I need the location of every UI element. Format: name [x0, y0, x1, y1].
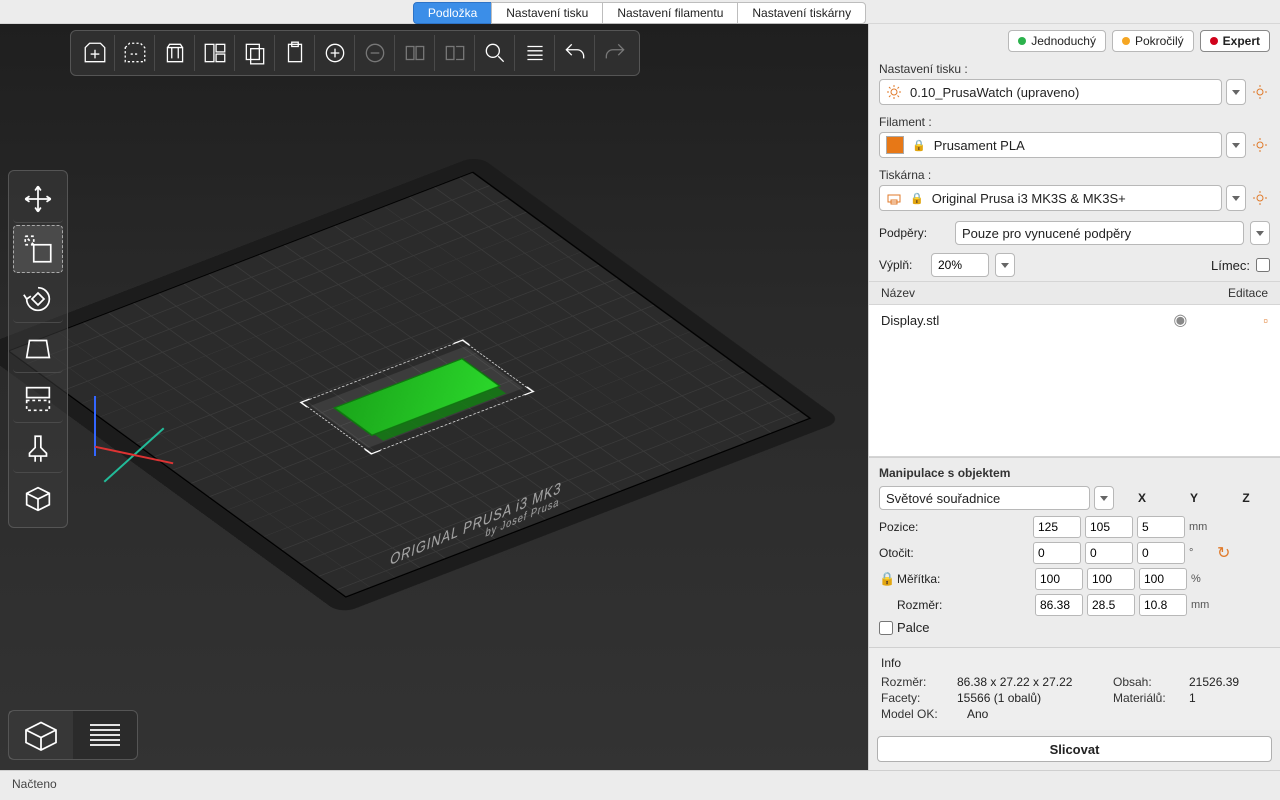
3d-viewport[interactable]: ORIGINAL PRUSA i3 MK3 by Josef Prusa — [0, 24, 868, 770]
rot-x-input[interactable] — [1033, 542, 1081, 564]
rot-y-input[interactable] — [1085, 542, 1133, 564]
mode-expert[interactable]: Expert — [1200, 30, 1270, 52]
tab-plater[interactable]: Podložka — [413, 2, 492, 24]
pos-y-input[interactable] — [1085, 516, 1133, 538]
scale-z-input[interactable] — [1139, 568, 1187, 590]
search-button[interactable] — [475, 35, 515, 71]
coord-system-combo[interactable]: Světové souřadnice — [879, 486, 1090, 510]
cut-gizmo-button[interactable] — [13, 375, 63, 423]
remove-button[interactable] — [115, 35, 155, 71]
size-z-input[interactable] — [1139, 594, 1187, 616]
tab-printer-settings[interactable]: Nastavení tiskárny — [737, 2, 866, 24]
object-name: Display.stl — [881, 313, 939, 328]
object-list-item[interactable]: Display.stl ◉ ▫ — [869, 305, 1280, 335]
status-bar: Načteno — [0, 770, 1280, 800]
filament-preset-dropdown[interactable] — [1226, 132, 1246, 158]
split-parts-button[interactable] — [435, 35, 475, 71]
filament-color-swatch[interactable] — [886, 136, 904, 154]
seam-painting-button[interactable] — [13, 475, 63, 523]
left-toolbar — [8, 170, 68, 528]
visibility-icon[interactable]: ◉ — [1173, 310, 1187, 330]
print-preset-dropdown[interactable] — [1226, 79, 1246, 105]
tab-print-settings[interactable]: Nastavení tisku — [491, 2, 603, 24]
rotate-gizmo-button[interactable] — [13, 275, 63, 323]
supports-label: Podpěry: — [879, 226, 949, 240]
printer-label: Tiskárna : — [879, 168, 1270, 182]
gear-icon — [886, 84, 902, 100]
printer-preset-settings[interactable] — [1250, 185, 1270, 211]
top-toolbar — [70, 30, 640, 76]
printer-icon — [886, 190, 902, 206]
status-text: Načteno — [12, 777, 57, 791]
infill-input[interactable] — [931, 253, 989, 277]
object-list-header: NázevEditace — [869, 281, 1280, 305]
lock-icon[interactable]: 🔒 — [879, 571, 893, 587]
print-preset-value: 0.10_PrusaWatch (upraveno) — [910, 85, 1079, 100]
manipulation-title: Manipulace s objektem — [879, 466, 1270, 480]
printer-preset-value: Original Prusa i3 MK3S & MK3S+ — [932, 191, 1126, 206]
rot-z-input[interactable] — [1137, 542, 1185, 564]
scale-y-input[interactable] — [1087, 568, 1135, 590]
info-panel: Info Rozměr:86.38 x 27.22 x 27.22 Obsah:… — [869, 647, 1280, 730]
info-title: Info — [881, 656, 1268, 670]
filament-preset-settings[interactable] — [1250, 132, 1270, 158]
delete-button[interactable] — [155, 35, 195, 71]
redo-button[interactable] — [595, 35, 635, 71]
mode-advanced[interactable]: Pokročilý — [1112, 30, 1194, 52]
coord-system-dropdown[interactable] — [1094, 486, 1114, 510]
infill-label: Výplň: — [879, 258, 925, 272]
brim-checkbox[interactable] — [1256, 258, 1270, 272]
edit-icon[interactable]: ▫ — [1263, 313, 1268, 328]
move-gizmo-button[interactable] — [13, 175, 63, 223]
filament-label: Filament : — [879, 115, 1270, 129]
paste-button[interactable] — [275, 35, 315, 71]
add-instance-button[interactable] — [315, 35, 355, 71]
pos-z-input[interactable] — [1137, 516, 1185, 538]
print-preset-combo[interactable]: 0.10_PrusaWatch (upraveno) — [879, 79, 1222, 105]
brim-label: Límec: — [1211, 258, 1250, 273]
arrange-button[interactable] — [195, 35, 235, 71]
split-objects-button[interactable] — [395, 35, 435, 71]
mode-switcher: Jednoduchý Pokročilý Expert — [869, 24, 1280, 58]
scale-gizmo-button[interactable] — [13, 225, 63, 273]
add-button[interactable] — [75, 35, 115, 71]
slice-button[interactable]: Slicovat — [877, 736, 1272, 762]
printer-preset-dropdown[interactable] — [1226, 185, 1246, 211]
filament-preset-combo[interactable]: 🔒 Prusament PLA — [879, 132, 1222, 158]
filament-preset-value: Prusament PLA — [934, 138, 1025, 153]
lock-icon: 🔒 — [912, 139, 926, 152]
reset-rotation-button[interactable]: ↻ — [1217, 543, 1230, 563]
supports-dropdown[interactable] — [1250, 221, 1270, 245]
right-panel: Jednoduchý Pokročilý Expert Nastavení ti… — [868, 24, 1280, 770]
printer-preset-combo[interactable]: 🔒 Original Prusa i3 MK3S & MK3S+ — [879, 185, 1222, 211]
lock-icon: 🔒 — [910, 192, 924, 205]
view-mode-toggle — [8, 710, 138, 760]
supports-combo[interactable]: Pouze pro vynucené podpěry — [955, 221, 1244, 245]
object-list[interactable]: Display.stl ◉ ▫ — [869, 305, 1280, 457]
undo-button[interactable] — [555, 35, 595, 71]
print-settings-label: Nastavení tisku : — [879, 62, 1270, 76]
paint-supports-button[interactable] — [13, 425, 63, 473]
size-x-input[interactable] — [1035, 594, 1083, 616]
place-on-face-button[interactable] — [13, 325, 63, 373]
pos-x-input[interactable] — [1033, 516, 1081, 538]
editor-view-button[interactable] — [9, 711, 73, 759]
mode-simple[interactable]: Jednoduchý — [1008, 30, 1106, 52]
tab-filament-settings[interactable]: Nastavení filamentu — [602, 2, 738, 24]
scale-x-input[interactable] — [1035, 568, 1083, 590]
size-y-input[interactable] — [1087, 594, 1135, 616]
copy-button[interactable] — [235, 35, 275, 71]
object-manipulation-panel: Manipulace s objektem Světové souřadnice… — [869, 457, 1280, 647]
infill-dropdown[interactable] — [995, 253, 1015, 277]
main-tabs: Podložka Nastavení tisku Nastavení filam… — [0, 0, 1280, 24]
remove-instance-button[interactable] — [355, 35, 395, 71]
inches-checkbox[interactable] — [879, 621, 893, 635]
print-preset-settings[interactable] — [1250, 79, 1270, 105]
variable-layer-button[interactable] — [515, 35, 555, 71]
preview-view-button[interactable] — [73, 711, 137, 759]
